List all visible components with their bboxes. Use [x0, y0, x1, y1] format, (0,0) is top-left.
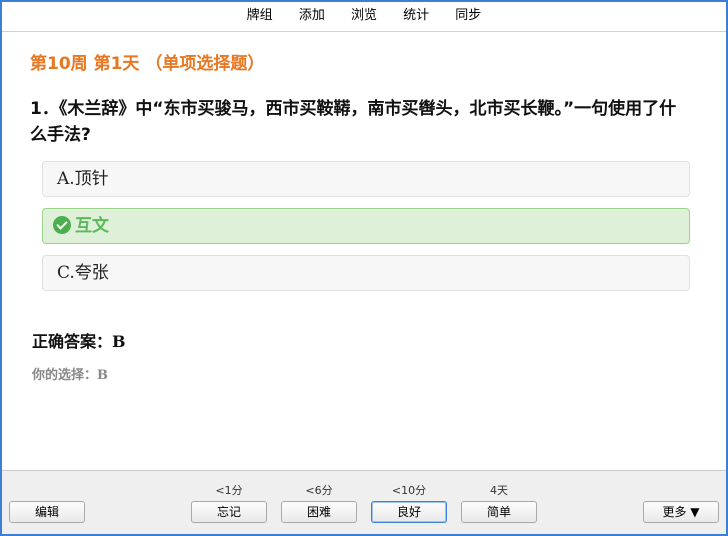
correct-answer-value: B: [112, 332, 126, 351]
option-b-correct[interactable]: 互文: [42, 208, 690, 244]
menu-sync[interactable]: 同步: [455, 2, 481, 30]
bottom-bar: 编辑 <1分 忘记 <6分 困难 <10分 良好 4天 简单 更多 ▼: [2, 470, 726, 534]
top-menu: 牌组 添加 浏览 统计 同步: [2, 2, 726, 32]
your-choice-label: 你的选择：: [32, 368, 98, 383]
reviewer-window: 牌组 添加 浏览 统计 同步 第10周 第1天 （单项选择题） 1．《木兰辞》中…: [0, 0, 728, 536]
option-c[interactable]: C.夸张: [42, 255, 690, 291]
option-c-label: C.夸张: [57, 263, 109, 283]
menu-decks[interactable]: 牌组: [247, 2, 273, 30]
easy-time: 4天: [490, 484, 508, 497]
again-time: <1分: [215, 484, 243, 497]
hard-button[interactable]: 困难: [281, 501, 357, 523]
menu-stats[interactable]: 统计: [403, 2, 429, 30]
check-circle-icon: [53, 216, 71, 234]
menu-browse[interactable]: 浏览: [351, 2, 377, 30]
more-button[interactable]: 更多 ▼: [643, 501, 719, 523]
easy-button[interactable]: 简单: [461, 501, 537, 523]
question-text: 1．《木兰辞》中“东市买骏马，西市买鞍鞯，南市买辔头，北市买长鞭。”一句使用了什…: [30, 99, 677, 145]
answer-block: 正确答案：B 你的选择：B: [32, 332, 126, 383]
good-time: <10分: [391, 484, 427, 497]
option-a[interactable]: A.顶针: [42, 161, 690, 197]
option-b-label: 互文: [75, 216, 109, 236]
good-button[interactable]: 良好: [371, 501, 447, 523]
again-button[interactable]: 忘记: [191, 501, 267, 523]
menu-add[interactable]: 添加: [299, 2, 325, 30]
card-content: 第10周 第1天 （单项选择题） 1．《木兰辞》中“东市买骏马，西市买鞍鞯，南市…: [30, 52, 690, 148]
correct-answer: 正确答案：B: [32, 332, 126, 352]
option-a-label: A.顶针: [57, 169, 109, 189]
correct-answer-label: 正确答案：: [32, 332, 113, 351]
deck-title: 第10周 第1天 （单项选择题）: [30, 54, 265, 74]
edit-button[interactable]: 编辑: [9, 501, 85, 523]
options-list: A.顶针 互文 C.夸张: [42, 161, 690, 302]
your-choice-value: B: [97, 368, 109, 383]
your-choice: 你的选择：B: [32, 364, 126, 383]
hard-time: <6分: [305, 484, 333, 497]
